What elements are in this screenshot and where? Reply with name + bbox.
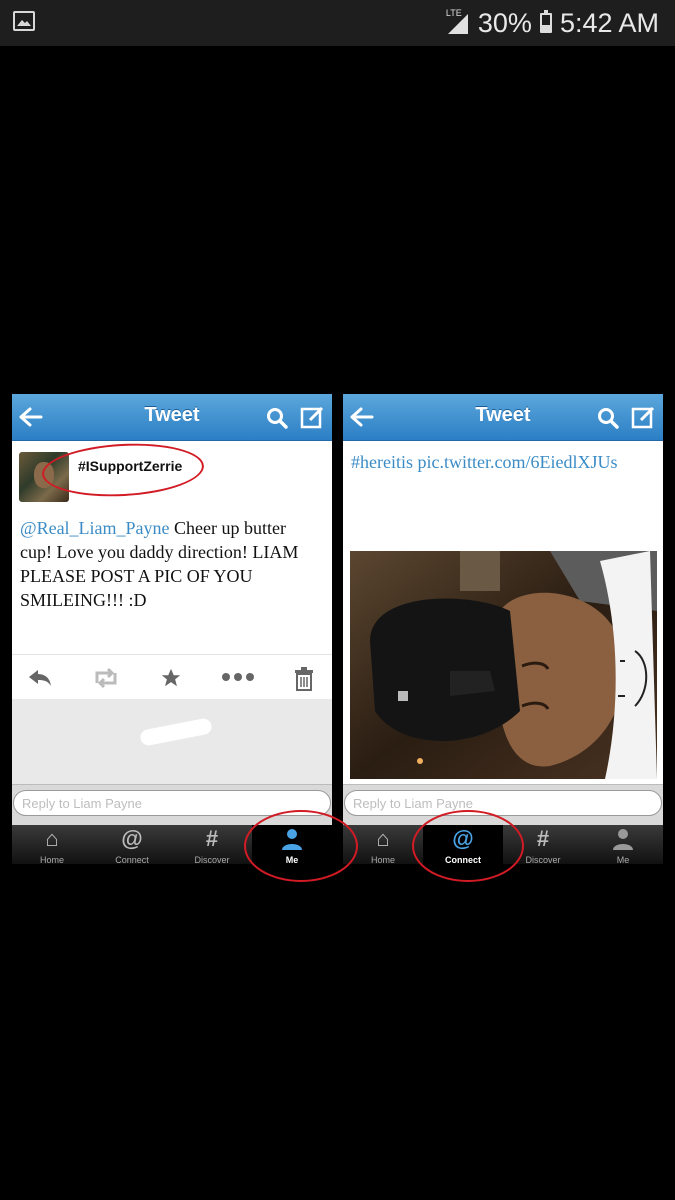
annotation-circle-connect-tab <box>412 810 524 882</box>
search-icon[interactable] <box>266 407 288 434</box>
clock: 5:42 AM <box>559 7 659 38</box>
mention-link[interactable]: @Real_Liam_Payne <box>20 518 170 538</box>
reply-input[interactable]: Reply to Liam Payne <box>344 790 662 816</box>
retweet-icon[interactable] <box>91 667 121 694</box>
tweet-body: #hereitis pic.twitter.com/6EiedlXJUs <box>351 450 651 474</box>
tweet-photo[interactable] <box>350 551 657 779</box>
at-icon: @ <box>121 826 143 851</box>
tweet-screenshot-right: Tweet #hereitis pic.twitter.com/6EiedlXJ… <box>343 394 663 864</box>
trash-icon[interactable] <box>294 667 314 696</box>
tab-label: Connect <box>115 855 149 864</box>
tab-me[interactable]: Me <box>583 825 663 864</box>
tweet-screenshot-left: Tweet #ISupportZerrie @Real_Liam_Payne C… <box>12 394 332 864</box>
annotation-circle-author <box>40 439 206 501</box>
hashtag-link[interactable]: #hereitis <box>351 452 413 472</box>
status-bar: LTE 30% 5:42 AM <box>0 0 675 46</box>
nav-bar: Tweet <box>343 394 663 441</box>
annotation-circle-me-tab <box>244 810 358 882</box>
signal-icon: LTE <box>446 8 470 36</box>
battery-icon <box>539 10 552 33</box>
pic-link[interactable]: pic.twitter.com/6EiedlXJUs <box>413 452 617 472</box>
nav-bar: Tweet <box>12 394 332 441</box>
gallery-icon <box>13 11 35 31</box>
tab-label: Discover <box>194 855 230 864</box>
compose-icon[interactable] <box>300 405 326 434</box>
empty-area <box>12 699 332 784</box>
tab-label: Me <box>616 855 630 864</box>
more-options-icon[interactable] <box>221 670 255 688</box>
search-icon[interactable] <box>597 407 619 434</box>
tab-home[interactable]: ⌂ Home <box>12 825 92 865</box>
tweet-actions <box>12 654 332 701</box>
battery-percent: 30% <box>477 7 532 38</box>
compose-icon[interactable] <box>631 405 657 434</box>
hash-icon: # <box>205 826 219 851</box>
tab-discover[interactable]: # Discover <box>172 825 252 865</box>
favorite-star-icon[interactable] <box>160 667 182 694</box>
tab-label: Home <box>39 855 64 864</box>
reply-icon[interactable] <box>27 667 53 694</box>
home-icon: ⌂ <box>45 826 59 851</box>
tab-connect[interactable]: @ Connect <box>92 825 172 865</box>
tweet-body: @Real_Liam_Payne Cheer up butter cup! Lo… <box>20 516 320 612</box>
person-icon <box>583 828 663 854</box>
